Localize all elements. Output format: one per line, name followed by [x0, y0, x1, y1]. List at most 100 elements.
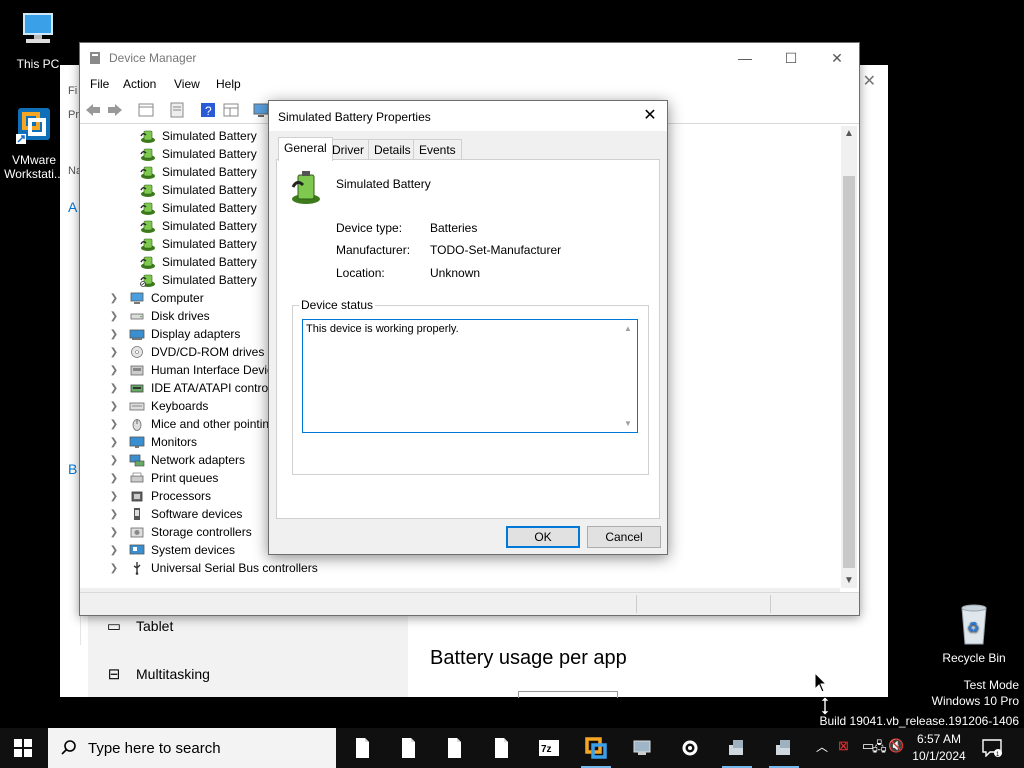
tree-category[interactable]: ❯ IDE ATA/ATAPI controlle	[107, 379, 280, 397]
expand-chevron-icon[interactable]: ❯	[107, 509, 121, 520]
tree-item-battery[interactable]: Simulated Battery	[140, 253, 257, 271]
tree-category[interactable]: ❯ Network adapters	[107, 451, 245, 469]
close-icon[interactable]: ✕	[863, 71, 876, 91]
scroll-down-icon[interactable]: ▼	[624, 419, 632, 428]
volume-muted-icon[interactable]: 🔇	[888, 738, 904, 754]
expand-chevron-icon[interactable]: ❯	[107, 311, 121, 322]
tab-details[interactable]: Details	[368, 139, 417, 160]
expand-chevron-icon[interactable]: ❯	[107, 563, 121, 574]
tree-category[interactable]: ❯ DVD/CD-ROM drives	[107, 343, 265, 361]
minimize-button[interactable]: —	[722, 43, 768, 73]
taskbar-app-button[interactable]	[479, 728, 525, 768]
taskbar: Type here to search 7z ︿ ⊠ ▭ 🖧 🔇 6:57 AM…	[0, 728, 1024, 768]
tree-category[interactable]: ❯ Display adapters	[107, 325, 241, 343]
tree-category[interactable]: ❯ Keyboards	[107, 397, 209, 415]
scrollbar-thumb[interactable]	[843, 176, 855, 568]
device-status-textbox[interactable]: This device is working properly. ▲ ▼	[302, 319, 638, 433]
tree-item-battery[interactable]: Simulated Battery	[140, 181, 257, 199]
menu-help[interactable]: Help	[216, 77, 241, 91]
taskbar-search-box[interactable]: Type here to search	[48, 728, 336, 768]
tree-category[interactable]: ❯ Human Interface Device	[107, 361, 280, 379]
properties-toolbar-icon[interactable]	[168, 101, 186, 119]
tree-category[interactable]: ❯ Storage controllers	[107, 523, 252, 541]
start-button[interactable]	[0, 728, 46, 768]
expand-chevron-icon[interactable]: ❯	[107, 365, 121, 376]
desktop-icon-label: VMware Workstati...	[4, 153, 64, 181]
show-hidden-icons-chevron-icon[interactable]: ︿	[816, 738, 828, 755]
vertical-scrollbar[interactable]: ▲ ▼	[841, 126, 857, 588]
ok-button[interactable]: OK	[506, 526, 580, 548]
expand-chevron-icon[interactable]: ❯	[107, 419, 121, 430]
maximize-button[interactable]: ☐	[768, 43, 814, 73]
tree-category[interactable]: ❯ Processors	[107, 487, 211, 505]
taskbar-app-button[interactable]	[340, 728, 386, 768]
taskbar-app-button[interactable]	[714, 728, 760, 768]
close-button[interactable]: ✕	[814, 43, 860, 73]
prop-label-device-type: Device type:	[336, 221, 403, 235]
tree-item-battery[interactable]: Simulated Battery	[140, 235, 257, 253]
scroll-up-icon[interactable]: ▲	[624, 324, 632, 333]
tree-category-label: Display adapters	[151, 327, 241, 341]
cancel-button[interactable]: Cancel	[587, 526, 661, 548]
keyboard-icon	[129, 402, 145, 411]
disconnected-icon[interactable]: ⊠	[838, 738, 849, 754]
view-icon[interactable]	[222, 101, 240, 119]
scroll-down-icon[interactable]: ▼	[844, 575, 854, 586]
tab-events[interactable]: Events	[413, 139, 462, 160]
dialog-titlebar[interactable]: Simulated Battery Properties ✕	[269, 101, 667, 131]
taskbar-app-button[interactable]	[386, 728, 432, 768]
expand-chevron-icon[interactable]: ❯	[107, 401, 121, 412]
forward-arrow-icon[interactable]	[106, 101, 124, 119]
dialog-close-button[interactable]: ✕	[633, 101, 667, 131]
expand-chevron-icon[interactable]: ❯	[107, 491, 121, 502]
action-center-button[interactable]: 1	[972, 728, 1012, 768]
taskbar-app-button[interactable]	[761, 728, 807, 768]
printer-icon	[130, 472, 144, 483]
tree-item-battery[interactable]: Simulated Battery	[140, 217, 257, 235]
expand-chevron-icon[interactable]: ❯	[107, 545, 121, 556]
taskbar-app-button[interactable]	[573, 728, 619, 768]
settings-item-multitasking[interactable]: ⊟ Multitasking	[88, 662, 210, 686]
status-scrollbar[interactable]: ▲ ▼	[620, 321, 636, 431]
expand-chevron-icon[interactable]: ❯	[107, 383, 121, 394]
tree-category[interactable]: ❯ Computer	[107, 289, 204, 307]
tab-general[interactable]: General	[278, 137, 333, 161]
menu-view[interactable]: View	[174, 77, 200, 91]
tree-item-battery[interactable]: Simulated Battery	[140, 163, 257, 181]
back-arrow-icon[interactable]	[84, 101, 102, 119]
network-icon[interactable]: 🖧	[872, 738, 887, 760]
settings-item-tablet[interactable]: ▭ Tablet	[88, 614, 173, 638]
tree-category[interactable]: ❯ Disk drives	[107, 307, 210, 325]
expand-chevron-icon[interactable]: ❯	[107, 455, 121, 466]
menu-action[interactable]: Action	[123, 77, 156, 91]
show-hide-console-icon[interactable]	[137, 101, 155, 119]
tree-category[interactable]: ❯ System devices	[107, 541, 235, 559]
taskbar-app-button[interactable]: 7z	[526, 728, 572, 768]
expand-chevron-icon[interactable]: ❯	[107, 437, 121, 448]
expand-chevron-icon[interactable]: ❯	[107, 329, 121, 340]
expand-chevron-icon[interactable]: ❯	[107, 347, 121, 358]
tree-category[interactable]: ❯ Universal Serial Bus controllers	[107, 559, 318, 577]
menu-file[interactable]: File	[90, 77, 109, 91]
expand-chevron-icon[interactable]: ❯	[107, 473, 121, 484]
tree-category[interactable]: ❯ Print queues	[107, 469, 219, 487]
desktop-icon-this-pc[interactable]: This PC	[2, 8, 74, 71]
tree-item-battery[interactable]: Simulated Battery	[140, 127, 257, 145]
tree-category[interactable]: ❯ Mice and other pointing	[107, 415, 276, 433]
tree-item-battery[interactable]: Simulated Battery	[140, 271, 257, 289]
taskbar-clock[interactable]: 6:57 AM 10/1/2024	[904, 731, 974, 765]
tree-item-battery[interactable]: Simulated Battery	[140, 199, 257, 217]
taskbar-app-button[interactable]	[432, 728, 478, 768]
taskbar-app-button[interactable]	[620, 728, 666, 768]
tree-item-battery[interactable]: Simulated Battery	[140, 145, 257, 163]
desktop-icon-recycle-bin[interactable]: ♻ Recycle Bin	[938, 600, 1010, 665]
help-icon[interactable]: ?	[199, 101, 217, 119]
expand-chevron-icon[interactable]: ❯	[107, 527, 121, 538]
taskbar-app-button[interactable]	[667, 728, 713, 768]
tree-category[interactable]: ❯ Software devices	[107, 505, 243, 523]
expand-chevron-icon[interactable]: ❯	[107, 293, 121, 304]
scroll-up-icon[interactable]: ▲	[844, 128, 854, 139]
tree-category[interactable]: ❯ Monitors	[107, 433, 197, 451]
device-manager-titlebar[interactable]: Device Manager — ☐ ✕	[80, 43, 859, 73]
desktop-icon-vmware[interactable]: VMware Workstati...	[0, 104, 68, 181]
